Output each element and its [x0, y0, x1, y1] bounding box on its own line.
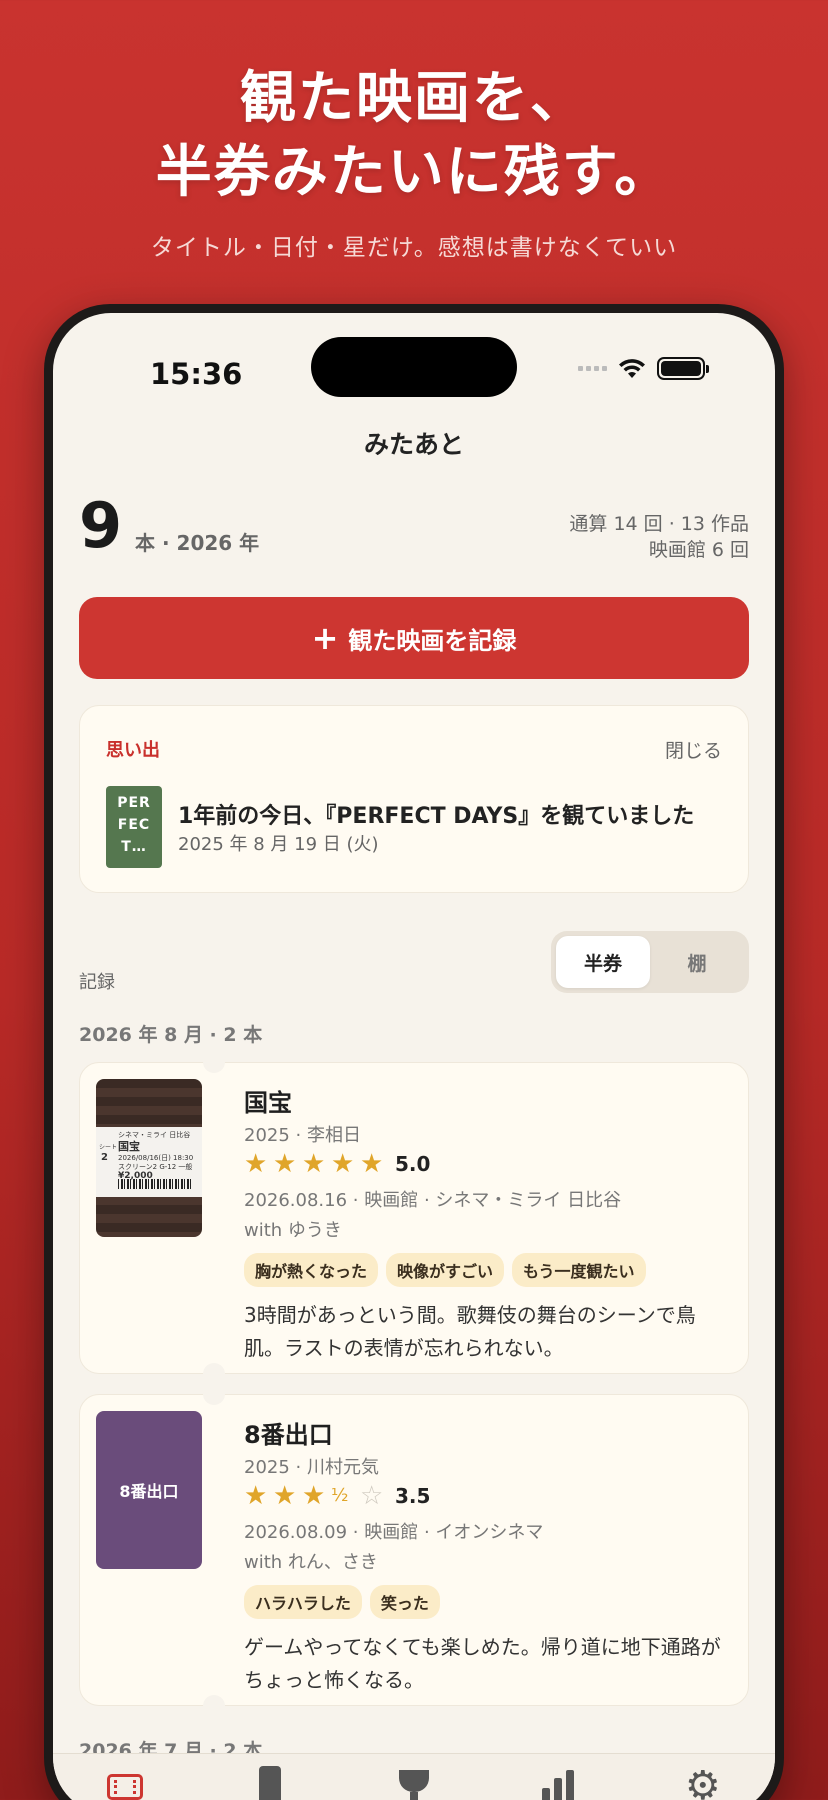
- rating-score: 5.0: [395, 1152, 431, 1176]
- tag: ハラハラした: [244, 1585, 362, 1619]
- star-icon: ★: [302, 1149, 326, 1179]
- rating-score: 3.5: [395, 1484, 431, 1508]
- star-rating: ★ ★ ★ ★ ★ 5.0: [244, 1151, 430, 1177]
- promo-headline: 観た映画を、 半券みたいに残す。: [0, 62, 828, 210]
- poster-placeholder: 8番出口: [96, 1411, 202, 1569]
- stub-notch: [203, 1695, 225, 1717]
- star-icon: ★: [244, 1481, 268, 1511]
- tag-list: 胸が熱くなった 映像がすごい もう一度観たい: [244, 1253, 646, 1287]
- ticket-movie: 国宝: [118, 1140, 140, 1153]
- half-star-icon: ½: [331, 1485, 349, 1506]
- ticket-theater: シネマ・ミライ 日比谷: [118, 1131, 191, 1139]
- memory-title: 1年前の今日、『PERFECT DAYS』を観ていました: [178, 804, 695, 829]
- segment-shelf[interactable]: 棚: [650, 936, 744, 988]
- tab-bar: ⚙: [53, 1753, 775, 1800]
- tab-records[interactable]: [105, 1766, 145, 1800]
- gear-icon: ⚙: [684, 1763, 721, 1800]
- watch-info: 2026.08.16 · 映画館 · シネマ・ミライ 日比谷: [244, 1190, 622, 1211]
- ticket-date: 2026/08/16(日) 18:30: [118, 1154, 194, 1162]
- record-movie-label: 観た映画を記録: [348, 626, 517, 655]
- star-icon: ★: [273, 1149, 297, 1179]
- tab-ranking[interactable]: [394, 1766, 434, 1800]
- signal-icon: [578, 366, 607, 371]
- wifi-icon: [619, 358, 645, 378]
- total-stat: 通算 14 回 · 13 作品: [569, 513, 749, 535]
- tag: 胸が熱くなった: [244, 1253, 379, 1287]
- records-label: 記録: [79, 972, 115, 993]
- tab-stats[interactable]: [538, 1766, 578, 1800]
- ticket-stub: シネマ・ミライ 日比谷 国宝 2026/08/16(日) 18:30 スクリーン…: [96, 1127, 202, 1197]
- star-icon: ★: [360, 1149, 384, 1179]
- movie-title: 国宝: [244, 1089, 292, 1117]
- headline-line-2: 半券みたいに残す。: [155, 140, 673, 205]
- stub-notch: [203, 1051, 225, 1073]
- view-segmented-control: 半券 棚: [551, 931, 749, 993]
- phone-icon: [258, 1766, 281, 1800]
- dynamic-island: [311, 337, 517, 397]
- memory-label: 思い出: [106, 740, 160, 761]
- plus-icon: +: [311, 619, 339, 657]
- memory-date: 2025 年 8 月 19 日 (火): [178, 834, 379, 855]
- yearly-count: 9: [79, 489, 123, 562]
- star-icon: ★: [302, 1481, 326, 1511]
- phone-frame: 15:36 みたあと 9 本 · 2026 年 通算 14 回 · 13 作品 …: [44, 304, 784, 1800]
- tag: 笑った: [369, 1585, 440, 1619]
- movie-meta: 2025 · 川村元気: [244, 1457, 379, 1478]
- status-indicators: [578, 357, 709, 380]
- memory-close-button[interactable]: 閉じる: [665, 736, 722, 763]
- headline-line-1: 観た映画を、: [240, 66, 588, 131]
- yearly-count-unit: 本 · 2026 年: [135, 531, 260, 555]
- record-movie-button[interactable]: + 観た映画を記録: [79, 597, 749, 679]
- tab-settings[interactable]: ⚙: [683, 1766, 723, 1800]
- tag-list: ハラハラした 笑った: [244, 1585, 440, 1619]
- promo-subline: タイトル・日付・星だけ。感想は書けなくていい: [150, 235, 678, 261]
- movie-title: 8番出口: [244, 1421, 333, 1449]
- segment-stub[interactable]: 半券: [556, 936, 650, 988]
- summary-stats: 通算 14 回 · 13 作品 映画館 6 回: [569, 511, 749, 563]
- ticket-icon: [107, 1774, 144, 1800]
- stats-icon: [542, 1766, 575, 1800]
- record-card[interactable]: 8番出口 8番出口 2025 · 川村元気 ★ ★ ★ ½ ☆ 3.5 2026…: [79, 1383, 749, 1717]
- movie-meta: 2025 · 李相日: [244, 1125, 361, 1146]
- star-rating: ★ ★ ★ ½ ☆ 3.5: [244, 1483, 430, 1509]
- stub-notch: [203, 1363, 225, 1385]
- theater-stat: 映画館 6 回: [648, 539, 749, 561]
- ticket-seat-row: 2: [101, 1152, 108, 1163]
- record-card[interactable]: シネマ・ミライ 日比谷 国宝 2026/08/16(日) 18:30 スクリーン…: [79, 1051, 749, 1385]
- tag: もう一度観たい: [512, 1253, 646, 1287]
- empty-star-icon: ☆: [360, 1481, 384, 1511]
- barcode: [118, 1179, 192, 1189]
- companions: with ゆうき: [244, 1220, 342, 1241]
- app-title: みたあと: [363, 430, 464, 459]
- impression-note: ゲームやってなくても楽しめた。帰り道に地下通路がちょっと怖くなる。: [244, 1635, 721, 1692]
- trophy-icon: [398, 1770, 429, 1800]
- companions: with れん、さき: [244, 1552, 378, 1573]
- month-header: 2026 年 8 月 · 2 本: [79, 1024, 263, 1046]
- impression-note: 3時間があっという間。歌舞伎の舞台のシーンで鳥肌。ラストの表情が忘れられない。: [244, 1303, 696, 1360]
- star-icon: ★: [273, 1481, 297, 1511]
- memory-poster-thumb: PER FEC T…: [106, 786, 162, 868]
- status-time: 15:36: [150, 357, 243, 391]
- star-icon: ★: [244, 1149, 268, 1179]
- tag: 映像がすごい: [386, 1253, 505, 1287]
- ticket-stub-photo: シネマ・ミライ 日比谷 国宝 2026/08/16(日) 18:30 スクリーン…: [96, 1079, 202, 1237]
- watch-info: 2026.08.09 · 映画館 · イオンシネマ: [244, 1522, 544, 1543]
- battery-icon: [657, 357, 709, 380]
- ticket-seat-label: シート: [99, 1144, 118, 1151]
- star-icon: ★: [331, 1149, 355, 1179]
- app-screen: 15:36 みたあと 9 本 · 2026 年 通算 14 回 · 13 作品 …: [53, 313, 775, 1800]
- stub-notch: [203, 1383, 225, 1405]
- ticket-screen: スクリーン2 G-12 一般: [118, 1163, 193, 1171]
- tab-phone[interactable]: [250, 1766, 290, 1800]
- memory-card[interactable]: 思い出 閉じる PER FEC T… 1年前の今日、『PERFECT DAYS』…: [79, 705, 749, 893]
